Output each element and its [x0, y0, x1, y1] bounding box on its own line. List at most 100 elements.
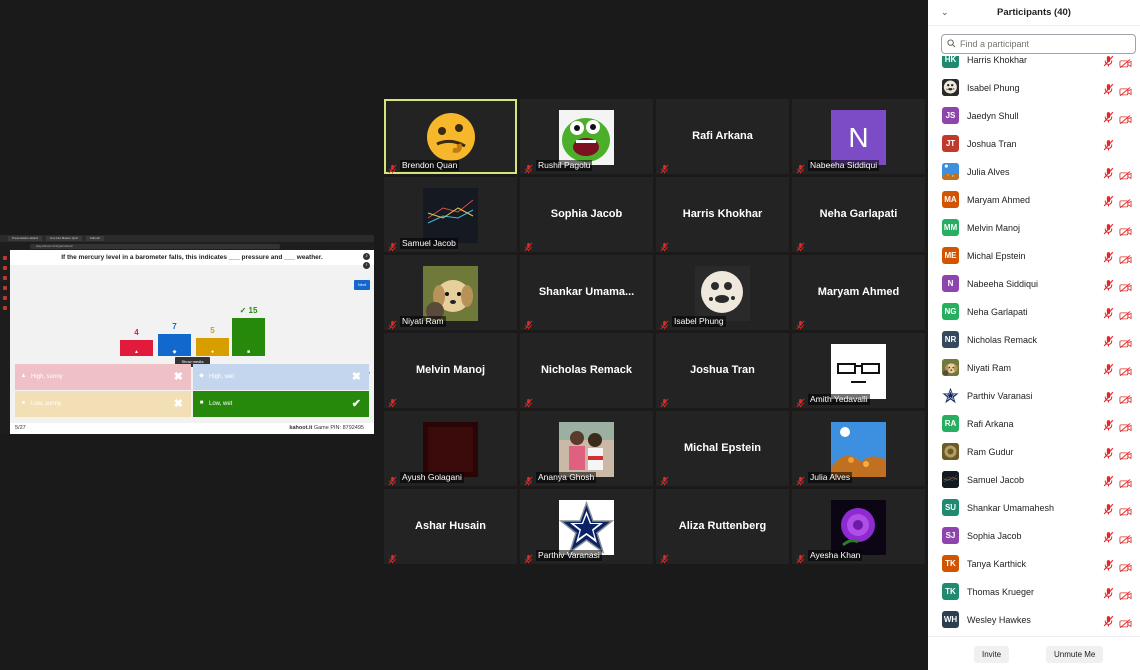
answer-option[interactable]: ● Low, sunny ✖	[15, 391, 191, 417]
browser-url[interactable]: play.kahoot.it/v2/gameblock	[30, 243, 280, 249]
mic-muted-icon[interactable]	[1103, 558, 1114, 571]
video-off-icon[interactable]	[1119, 587, 1132, 600]
mic-muted-icon[interactable]	[1103, 446, 1114, 459]
video-tile[interactable]: Niyati Ram	[384, 255, 517, 330]
video-tile[interactable]: Michal Epstein	[656, 411, 789, 486]
participant-row[interactable]: ME Michal Epstein	[928, 242, 1140, 270]
video-off-icon[interactable]	[1119, 56, 1132, 68]
video-tile[interactable]: Isabel Phung	[656, 255, 789, 330]
video-off-icon[interactable]	[1119, 307, 1132, 320]
mic-muted-icon[interactable]	[1103, 82, 1114, 95]
video-off-icon[interactable]	[1119, 363, 1132, 376]
participant-search[interactable]	[941, 34, 1136, 54]
participant-row[interactable]: TK Thomas Krueger	[928, 578, 1140, 606]
video-off-icon[interactable]	[1119, 615, 1132, 628]
video-tile[interactable]: Ananya Ghosh	[520, 411, 653, 486]
mic-muted-icon[interactable]	[1103, 222, 1114, 235]
video-off-icon[interactable]	[1119, 419, 1132, 432]
participant-row[interactable]: MM Melvin Manoj	[928, 214, 1140, 242]
video-off-icon[interactable]	[1119, 475, 1132, 488]
video-tile[interactable]: Sophia Jacob	[520, 177, 653, 252]
video-tile[interactable]: Joshua Tran	[656, 333, 789, 408]
mic-muted-icon[interactable]	[1103, 138, 1114, 151]
skip-icon[interactable]: ›	[363, 262, 370, 269]
invite-button[interactable]: Invite	[974, 646, 1010, 663]
video-off-icon[interactable]	[1119, 531, 1132, 544]
browser-tab[interactable]: Kahoot!	[85, 236, 105, 241]
answer-option[interactable]: ◆ High, wet ✖	[193, 364, 369, 390]
video-off-icon[interactable]	[1119, 447, 1132, 460]
participant-row[interactable]: N Nabeeha Siddiqui	[928, 270, 1140, 298]
video-tile[interactable]: Ayush Golagani	[384, 411, 517, 486]
participant-row[interactable]: Parthiv Varanasi	[928, 382, 1140, 410]
participant-row[interactable]: Isabel Phung	[928, 74, 1140, 102]
video-tile[interactable]: Parthiv Varanasi	[520, 489, 653, 564]
participant-row[interactable]: HK Harris Khokhar	[928, 56, 1140, 74]
mic-muted-icon[interactable]	[1103, 530, 1114, 543]
video-tile[interactable]: Rushil Pagolu	[520, 99, 653, 174]
participant-row[interactable]: TK Tanya Karthick	[928, 550, 1140, 578]
mic-muted-icon[interactable]	[1103, 418, 1114, 431]
participant-row[interactable]: NG Neha Garlapati	[928, 298, 1140, 326]
mic-muted-icon[interactable]	[1103, 334, 1114, 347]
video-tile[interactable]: Harris Khokhar	[656, 177, 789, 252]
mic-muted-icon[interactable]	[1103, 56, 1114, 67]
search-input[interactable]	[960, 37, 1130, 51]
mic-muted-icon[interactable]	[1103, 278, 1114, 291]
video-tile[interactable]: Ayesha Khan	[792, 489, 925, 564]
unmute-me-button[interactable]: Unmute Me	[1046, 646, 1104, 663]
participant-row[interactable]: Niyati Ram	[928, 354, 1140, 382]
mic-muted-icon[interactable]	[1103, 250, 1114, 263]
browser-tab[interactable]: Presentation-Island	[8, 236, 42, 241]
mic-muted-icon[interactable]	[1103, 586, 1114, 599]
video-off-icon[interactable]	[1119, 503, 1132, 516]
shared-screen[interactable]: Presentation-Island Live Hot Master Quiz…	[0, 235, 374, 434]
participant-row[interactable]: MA Maryam Ahmed	[928, 186, 1140, 214]
video-tile[interactable]: Neha Garlapati	[792, 177, 925, 252]
participant-row[interactable]: Ram Gudur	[928, 438, 1140, 466]
video-tile[interactable]: Brendon Quan	[384, 99, 517, 174]
participant-row[interactable]: Julia Alves	[928, 158, 1140, 186]
mic-muted-icon[interactable]	[1103, 194, 1114, 207]
video-off-icon[interactable]	[1119, 251, 1132, 264]
video-off-icon[interactable]	[1119, 335, 1132, 348]
participant-row[interactable]: Samuel Jacob	[928, 466, 1140, 494]
video-tile[interactable]: N Nabeeha Siddiqui	[792, 99, 925, 174]
participant-row[interactable]: JT Joshua Tran	[928, 130, 1140, 158]
video-off-icon[interactable]	[1119, 279, 1132, 292]
mic-muted-icon[interactable]	[1103, 110, 1114, 123]
mic-muted-icon[interactable]	[1103, 306, 1114, 319]
mic-muted-icon[interactable]	[1103, 474, 1114, 487]
participant-row[interactable]: SJ Sophia Jacob	[928, 522, 1140, 550]
video-tile[interactable]: Amith Yedavalli	[792, 333, 925, 408]
mic-muted-icon[interactable]	[1103, 614, 1114, 627]
participant-row[interactable]: RA Rafi Arkana	[928, 410, 1140, 438]
participant-row[interactable]: WH Wesley Hawkes	[928, 606, 1140, 634]
video-tile[interactable]: Julia Alves	[792, 411, 925, 486]
video-off-icon[interactable]	[1119, 167, 1132, 180]
answer-option[interactable]: ▲ High, sunny ✖	[15, 364, 191, 390]
video-tile[interactable]: Maryam Ahmed	[792, 255, 925, 330]
answer-option[interactable]: ■ Low, wet ✔	[193, 391, 369, 417]
mic-muted-icon[interactable]	[1103, 390, 1114, 403]
video-off-icon[interactable]	[1119, 559, 1132, 572]
video-off-icon[interactable]	[1119, 391, 1132, 404]
mic-muted-icon[interactable]	[1103, 166, 1114, 179]
video-off-icon[interactable]	[1119, 83, 1132, 96]
video-off-icon[interactable]	[1119, 111, 1132, 124]
browser-tab[interactable]: Live Hot Master Quiz	[45, 236, 82, 241]
video-off-icon[interactable]	[1119, 223, 1132, 236]
next-button[interactable]: Next	[354, 280, 370, 290]
volume-icon[interactable]: ♪	[363, 253, 370, 260]
participant-row[interactable]: SU Shankar Umamahesh	[928, 494, 1140, 522]
video-tile[interactable]: Melvin Manoj	[384, 333, 517, 408]
mic-muted-icon[interactable]	[1103, 362, 1114, 375]
video-tile[interactable]: Rafi Arkana	[656, 99, 789, 174]
video-tile[interactable]: Samuel Jacob	[384, 177, 517, 252]
video-tile[interactable]: Aliza Ruttenberg	[656, 489, 789, 564]
participant-row[interactable]: NR Nicholas Remack	[928, 326, 1140, 354]
participant-row[interactable]: JS Jaedyn Shull	[928, 102, 1140, 130]
mic-muted-icon[interactable]	[1103, 502, 1114, 515]
video-tile[interactable]: Ashar Husain	[384, 489, 517, 564]
video-tile[interactable]: Shankar Umama...	[520, 255, 653, 330]
